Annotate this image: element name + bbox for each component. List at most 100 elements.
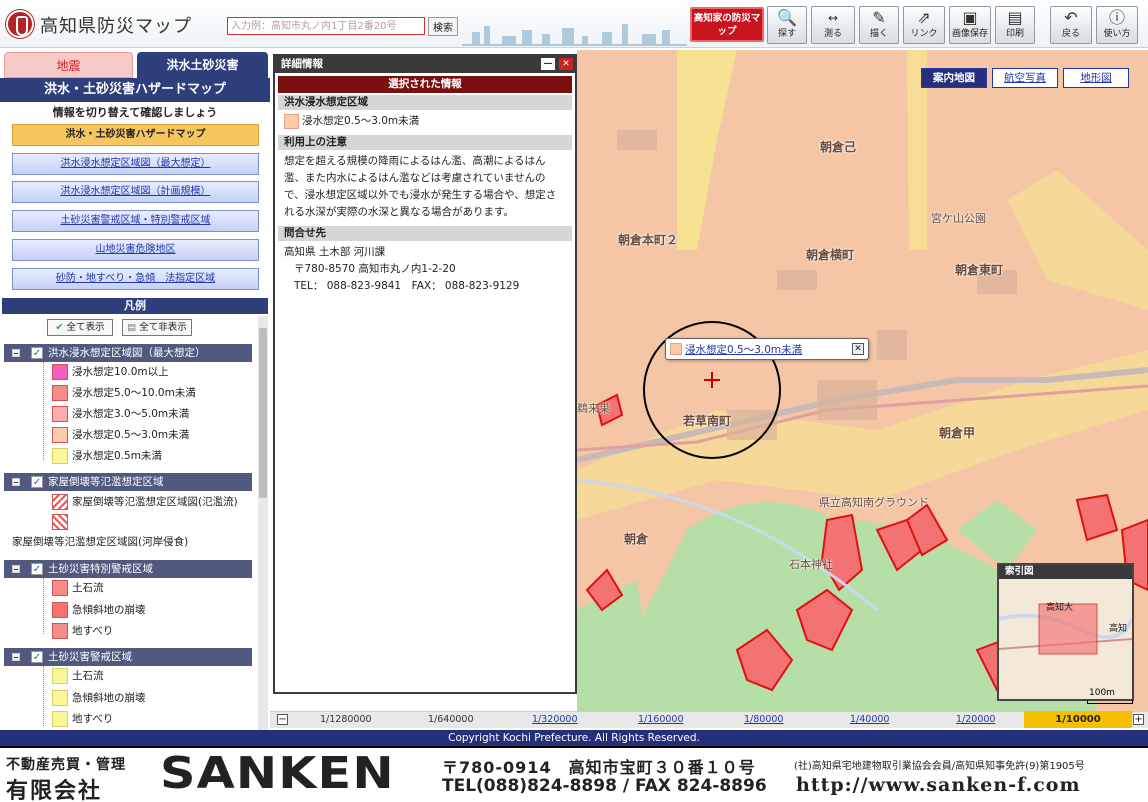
legend-item: 浸水想定0.5～3.0m未満 [52, 425, 189, 445]
contact-phone: TEL： 088-823-9841 FAX： 088-823-9129 [294, 280, 520, 292]
layer-button-flood-max[interactable]: 洪水浸水想定区域図（最大想定） [12, 153, 259, 175]
minimize-icon[interactable]: — [541, 58, 555, 70]
index-map-title: 索引図 [999, 565, 1132, 579]
color-swatch [52, 364, 68, 380]
save-image-button[interactable]: ▣ 画像保存 [949, 6, 991, 44]
collapse-icon[interactable] [12, 478, 20, 486]
collapse-icon[interactable] [12, 565, 20, 573]
address-search-input[interactable] [227, 17, 425, 35]
search-tool-button[interactable]: 🔍 探す [767, 6, 807, 44]
scale-option[interactable]: 1/1280000 [320, 714, 372, 725]
contact-org: 高知県 土木部 河川課 [284, 246, 386, 258]
scale-option[interactable]: 1/640000 [428, 714, 474, 725]
legend-item: 家屋倒壊等氾濫想定区域図(氾濫流) [52, 492, 238, 512]
legend-item: 浸水想定10.0m以上 [52, 362, 169, 382]
collapse-icon[interactable] [12, 349, 20, 357]
hide-all-button[interactable]: ▤ 全て非表示 [122, 319, 192, 336]
show-all-button[interactable]: ✔ 全て表示 [47, 319, 113, 336]
color-swatch [52, 690, 68, 706]
legend-group-house-collapse[interactable]: ✓ 家屋倒壊等氾濫想定区域 [4, 473, 252, 491]
checkbox[interactable]: ✓ [31, 476, 43, 488]
section-body: 浸水想定0.5～3.0m未満 [278, 110, 572, 133]
legend-group-flood[interactable]: ✓ 洪水浸水想定区域図（最大想定） [4, 344, 252, 362]
tab-earthquake[interactable]: 地震 [4, 52, 133, 78]
scale-selector: 1/1280000 1/640000 1/320000 1/160000 1/8… [270, 711, 1148, 728]
zoom-in-button[interactable]: + [1133, 714, 1144, 725]
section-title: 利用上の注意 [278, 135, 572, 150]
layer-button-landslide-zones[interactable]: 土砂災害警戒区域・特別警戒区域 [12, 210, 259, 232]
collapse-icon[interactable] [12, 653, 20, 661]
legend-group-landslide-warning[interactable]: ✓ 土砂災害警戒区域 [4, 648, 252, 666]
index-map-label: 高知 [1109, 624, 1128, 634]
section-body: 想定を超える規模の降雨によるはん濫、高潮によるはん濫、また内水によるはん濫などは… [284, 155, 557, 218]
measure-tool-button[interactable]: ↔ 測る [811, 6, 855, 44]
app-root: 高知県防災マップ 検索 高知家の防災マップ 🔍 探す ↔ 測る ✎ 描く [0, 0, 1148, 802]
help-button[interactable]: ⓘ 使い方 [1096, 6, 1138, 44]
color-swatch [52, 385, 68, 401]
checkbox[interactable]: ✓ [31, 563, 43, 575]
expert-map-button[interactable]: 高知家の防災マップ [690, 7, 764, 42]
scale-option[interactable]: 1/320000 [532, 714, 578, 725]
footer-url[interactable]: http://www.sanken-f.com [796, 774, 1081, 796]
section-title: 洪水浸水想定区域 [278, 95, 572, 110]
map-label: 朝倉東町 [955, 263, 1004, 277]
layer-button-hazard-map[interactable]: 洪水・土砂災害ハザードマップ [12, 124, 259, 146]
print-button[interactable]: ▤ 印刷 [995, 6, 1035, 44]
legend-item: 浸水想定0.5m未満 [52, 446, 162, 466]
link-tool-button[interactable]: ⇗ リンク [903, 6, 945, 44]
tab-flood-landslide[interactable]: 洪水土砂災害 [137, 52, 268, 78]
detail-panel: 詳細情報 — ✕ 選択された情報 洪水浸水想定区域 浸水想定0.5～3.0m未満… [273, 54, 577, 694]
layer-button-erosion-control[interactable]: 砂防・地すべり・急傾 法指定区域 [12, 268, 259, 290]
map-label: 朝倉本町２ [618, 233, 679, 247]
checkbox[interactable]: ✓ [31, 347, 43, 359]
square-icon: ▤ [127, 322, 137, 333]
layer-button-flood-plan[interactable]: 洪水浸水想定区域図（計画規模） [12, 181, 259, 203]
basemap-tab-guide[interactable]: 案内地図 [921, 68, 987, 88]
zoom-out-button[interactable]: − [277, 714, 288, 725]
link-icon: ⇗ [917, 8, 931, 27]
index-map-graphic [998, 579, 1134, 699]
footer-phone: TEL(088)824-8898 / FAX 824-8896 [442, 776, 767, 796]
scale-option[interactable]: 1/40000 [850, 714, 889, 725]
popup-link[interactable]: 浸水想定0.5～3.0m未満 [685, 342, 802, 357]
map-label: 鵜来巣 [577, 402, 610, 415]
magnifier-icon: 🔍 [777, 8, 797, 27]
search-button[interactable]: 検索 [428, 17, 458, 36]
scale-option[interactable]: 1/80000 [744, 714, 783, 725]
map-canvas[interactable]: 朝倉己 朝倉本町２ 朝倉横町 朝倉東町 朝倉甲 朝倉 若草南町 宮ケ山公園 県立… [577, 50, 1148, 711]
color-swatch [52, 448, 68, 464]
color-swatch [670, 343, 682, 355]
basemap-tab-terrain[interactable]: 地形図 [1063, 68, 1129, 88]
checkbox[interactable]: ✓ [31, 651, 43, 663]
footer-company-type: 有限会社 [6, 779, 103, 802]
skyline-decoration [462, 24, 687, 46]
contact-address: 〒780-8570 高知市丸ノ内1-2-20 [294, 263, 456, 275]
tree-line [43, 578, 44, 634]
scale-option[interactable]: 1/160000 [638, 714, 684, 725]
legend-group-landslide-special[interactable]: ✓ 土砂災害特別警戒区域 [4, 560, 252, 578]
detail-titlebar[interactable]: 詳細情報 — ✕ [275, 56, 575, 73]
draw-tool-button[interactable]: ✎ 描く [859, 6, 899, 44]
hatched-swatch [52, 514, 68, 530]
scale-label: 100m [1089, 688, 1115, 698]
back-button[interactable]: ↶ 戻る [1050, 6, 1092, 44]
layer-button-mountain-hazard[interactable]: 山地災害危険地区 [12, 239, 259, 261]
scale-option-active[interactable]: 1/10000 [1024, 711, 1132, 728]
help-icon: ⓘ [1108, 8, 1125, 27]
color-swatch [52, 623, 68, 639]
map-label: 朝倉横町 [806, 248, 855, 262]
color-swatch [52, 602, 68, 618]
legend-item: 急傾斜地の崩壊 [52, 600, 146, 620]
legend-scrollbar[interactable] [258, 316, 268, 730]
draw-icon: ✎ [872, 8, 886, 27]
close-icon[interactable]: ✕ [559, 58, 573, 70]
footer-brand: SANKEN [160, 748, 395, 799]
popup-close-icon[interactable]: ✕ [852, 343, 864, 355]
scale-option[interactable]: 1/20000 [956, 714, 995, 725]
basemap-tab-aerial[interactable]: 航空写真 [992, 68, 1058, 88]
footer-license: (社)高知県宅地建物取引業協会会員/高知県知事免許(9)第1905号 [794, 761, 1085, 772]
scroll-thumb[interactable] [259, 328, 267, 498]
footer-address: 〒780-0914 高知市宝町３０番１０号 [442, 758, 756, 777]
index-map[interactable]: 索引図 高知大 高知 [997, 563, 1134, 701]
copyright: Copyright Kochi Prefecture. All Rights R… [0, 730, 1148, 746]
